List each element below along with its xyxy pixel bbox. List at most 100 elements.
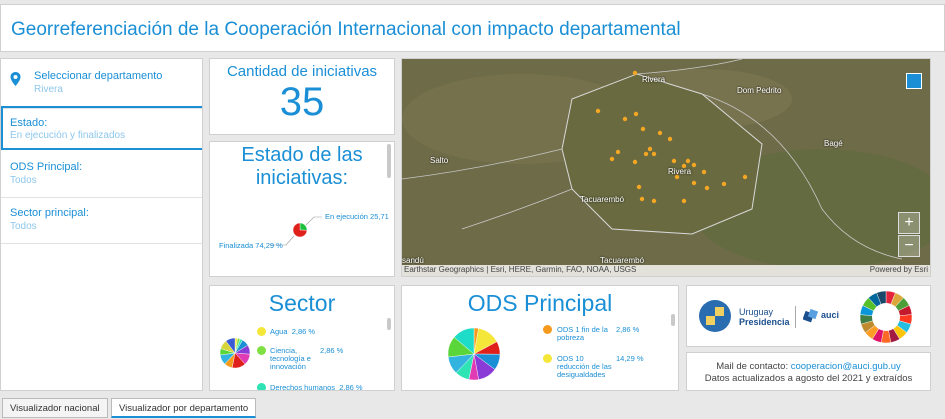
map-marker[interactable] bbox=[701, 169, 707, 175]
map-marker[interactable] bbox=[647, 146, 653, 152]
uruguay-coat-of-arms-icon bbox=[699, 300, 731, 332]
legend-value: 2,86 % bbox=[320, 346, 344, 355]
map-attribution: Earthstar Geographics | Esri, HERE, Garm… bbox=[402, 265, 930, 276]
map-label-city: Dom Pedrito bbox=[737, 86, 782, 95]
estado-panel: Estado de las iniciativas: En ejecución … bbox=[209, 141, 395, 277]
sdg-wheel-icon bbox=[859, 290, 913, 344]
map-marker[interactable] bbox=[681, 198, 687, 204]
map-marker[interactable] bbox=[639, 196, 645, 202]
kpi-title: Cantidad de iniciativas bbox=[226, 63, 378, 80]
kpi-value: 35 bbox=[279, 80, 325, 124]
map-marker[interactable] bbox=[632, 70, 638, 76]
legend-label: ODS 1 fin de la pobreza bbox=[557, 325, 608, 342]
sector-panel: Sector Agua 2,86 % Ciencia, tecnología e… bbox=[209, 285, 395, 391]
filter-departamento[interactable]: Seleccionar departamento Rivera bbox=[1, 59, 202, 109]
estado-title: Estado de las iniciativas: bbox=[210, 144, 394, 190]
map-marker[interactable] bbox=[632, 159, 638, 165]
contact-email-link[interactable]: cooperacion@auci.gub.uy bbox=[791, 361, 901, 372]
logo-uruguay-text: Uruguay bbox=[739, 307, 774, 317]
ods-panel: ODS Principal ODS 1 fin de la pobreza 2,… bbox=[401, 285, 679, 391]
map-marker[interactable] bbox=[671, 158, 677, 164]
map-marker[interactable] bbox=[691, 162, 697, 168]
legend-label: Agua 2,86 % bbox=[270, 327, 316, 336]
map-label-city: Tacuarembó bbox=[600, 256, 645, 265]
powered-by-text: Powered by Esri bbox=[869, 265, 928, 274]
legend-swatch bbox=[257, 327, 266, 336]
filter-ods[interactable]: ODS Principal: Todos bbox=[1, 152, 202, 198]
sector-pie-chart bbox=[219, 337, 251, 369]
zoom-in-button[interactable]: + bbox=[898, 212, 920, 234]
sector-title: Sector bbox=[268, 290, 336, 316]
map-terrain bbox=[402, 59, 930, 276]
filter-value: Todos bbox=[10, 221, 37, 232]
map-marker[interactable] bbox=[691, 180, 697, 186]
map-marker[interactable] bbox=[609, 156, 615, 162]
map-label-city: sandú bbox=[402, 256, 424, 265]
ods-pie-chart bbox=[447, 327, 501, 381]
map-marker[interactable] bbox=[721, 181, 727, 187]
kpi-panel: Cantidad de iniciativas 35 bbox=[209, 58, 395, 135]
map-label-city: Tacuarembó bbox=[580, 195, 625, 204]
estado-title-line: iniciativas: bbox=[255, 167, 349, 189]
tab-bar: Visualizador nacional Visualizador por d… bbox=[0, 396, 945, 419]
filter-estado[interactable]: Estado: En ejecución y finalizados bbox=[1, 106, 202, 150]
logo-auci-text: auci bbox=[821, 310, 840, 320]
filter-label: Estado: bbox=[10, 117, 48, 129]
estado-title-line: Estado de las bbox=[241, 144, 363, 166]
contact-update-line: Datos actualizados a agosto del 2021 y e… bbox=[704, 373, 913, 384]
contact-prefix: Mail de contacto: bbox=[716, 361, 791, 372]
legend-swatch bbox=[257, 346, 266, 355]
map-label-city: Salto bbox=[430, 156, 449, 165]
map-marker[interactable] bbox=[640, 126, 646, 132]
filter-sector[interactable]: Sector principal: Todos bbox=[1, 198, 202, 244]
map-marker[interactable] bbox=[704, 185, 710, 191]
header-panel: Georreferenciación de la Cooperación Int… bbox=[0, 4, 945, 52]
legend-label: Ciencia, tecnología e innovación bbox=[270, 346, 311, 371]
scrollbar[interactable] bbox=[671, 314, 675, 326]
map-marker[interactable] bbox=[595, 108, 601, 114]
leader-line bbox=[305, 216, 322, 226]
legend-swatch bbox=[257, 383, 266, 390]
tab-visualizador-nacional[interactable]: Visualizador nacional bbox=[2, 398, 108, 418]
filter-label: Sector principal: bbox=[10, 207, 89, 219]
location-pin-icon bbox=[10, 72, 21, 86]
zoom-out-button[interactable]: − bbox=[898, 235, 920, 257]
tab-visualizador-departamento[interactable]: Visualizador por departamento bbox=[111, 398, 257, 418]
map-marker[interactable] bbox=[636, 184, 642, 190]
filter-label: ODS Principal: bbox=[10, 161, 83, 173]
map-marker[interactable] bbox=[657, 130, 663, 136]
legend-value: 14,29 % bbox=[616, 354, 644, 363]
legend-swatch bbox=[543, 354, 552, 363]
legend-swatch bbox=[543, 325, 552, 334]
filter-value: Rivera bbox=[34, 84, 63, 95]
map-marker[interactable] bbox=[615, 149, 621, 155]
pie-label-finalizada: Finalizada 74,29 % bbox=[219, 241, 283, 250]
ods-title: ODS Principal bbox=[467, 290, 613, 316]
page-title: Georreferenciación de la Cooperación Int… bbox=[11, 19, 681, 40]
map-marker[interactable] bbox=[651, 151, 657, 157]
estado-pie-chart bbox=[270, 216, 322, 246]
map-label-city: Bagé bbox=[824, 139, 843, 148]
contact-line: Mail de contacto: cooperacion@auci.gub.u… bbox=[687, 361, 930, 373]
filter-value: En ejecución y finalizados bbox=[10, 130, 126, 141]
map-marker[interactable] bbox=[633, 111, 639, 117]
filter-label: Seleccionar departamento bbox=[34, 70, 163, 82]
legend-label: ODS 10 reducción de las desigualdades bbox=[557, 354, 612, 379]
filter-panel: Seleccionar departamento Rivera Estado: … bbox=[0, 58, 203, 391]
legend-label: Derechos humanos 2,86 % bbox=[270, 383, 363, 391]
scrollbar[interactable] bbox=[387, 144, 391, 178]
logo-divider bbox=[795, 306, 796, 328]
filter-value: Todos bbox=[10, 175, 37, 186]
map-marker[interactable] bbox=[643, 151, 649, 157]
pie-slice-en-ejecucion[interactable] bbox=[299, 222, 308, 231]
contact-panel: Mail de contacto: cooperacion@auci.gub.u… bbox=[686, 352, 931, 391]
map-label-city: Rivera bbox=[642, 75, 666, 84]
map-marker[interactable] bbox=[622, 116, 628, 122]
map-marker[interactable] bbox=[651, 198, 657, 204]
map-marker[interactable] bbox=[685, 158, 691, 164]
map-marker[interactable] bbox=[667, 136, 673, 142]
map-panel[interactable]: Rivera Dom Pedrito Bagé Salto Rivera Tac… bbox=[401, 58, 931, 277]
qr-code-icon[interactable] bbox=[906, 73, 922, 89]
map-marker[interactable] bbox=[742, 174, 748, 180]
scrollbar[interactable] bbox=[387, 318, 391, 330]
